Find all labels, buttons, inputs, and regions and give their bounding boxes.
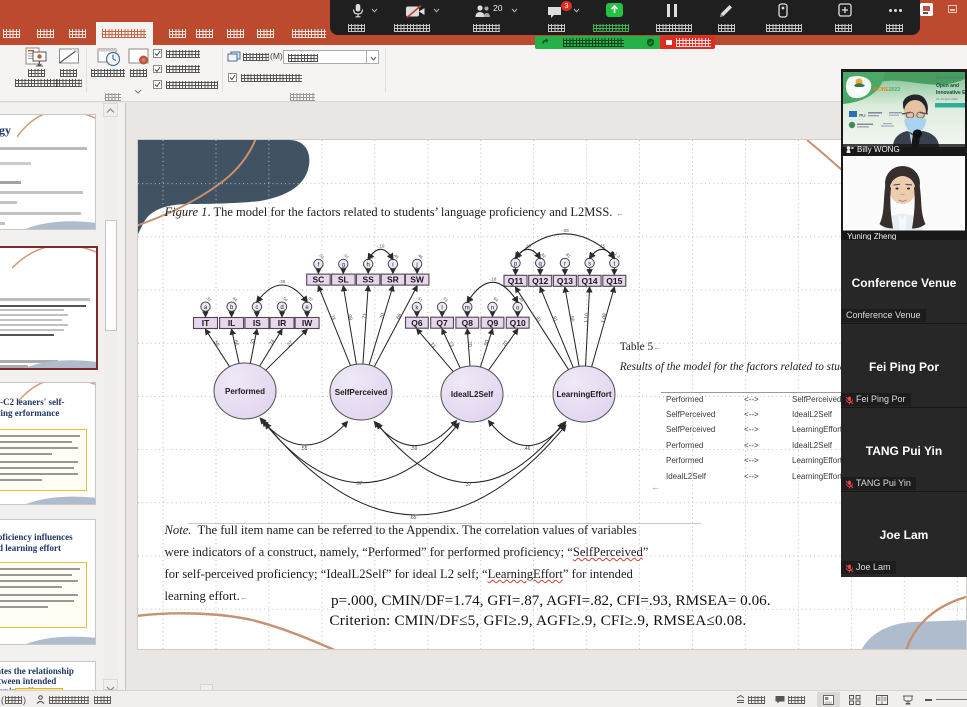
svg-text:SS: SS	[363, 275, 375, 285]
svg-text:Q12: Q12	[532, 276, 548, 286]
svg-text:.46: .46	[524, 446, 531, 452]
svg-text:IL: IL	[228, 318, 236, 328]
svg-text:q: q	[539, 261, 542, 267]
svg-text:ICONE: ICONE	[873, 87, 890, 93]
svg-text:.70: .70	[501, 340, 510, 349]
svg-text:-.19: -.19	[377, 243, 385, 248]
svg-text:Q10: Q10	[510, 318, 526, 328]
svg-text:1.10: 1.10	[584, 313, 591, 323]
svg-text:Q13: Q13	[557, 276, 573, 286]
svg-text:.56: .56	[212, 339, 221, 348]
svg-text:Q9: Q9	[487, 318, 499, 328]
svg-text:IR: IR	[278, 318, 287, 328]
svg-text:Q14: Q14	[582, 276, 598, 286]
svg-text:Q15: Q15	[606, 276, 622, 286]
svg-text:SelfPerceived: SelfPerceived	[335, 388, 388, 397]
svg-text:j: j	[415, 262, 417, 268]
svg-text:.65: .65	[410, 515, 417, 521]
svg-text:Q7: Q7	[436, 318, 448, 328]
svg-text:i: i	[392, 262, 393, 268]
svg-text:2022: 2022	[889, 87, 900, 93]
svg-text:m: m	[465, 305, 470, 311]
svg-text:.80: .80	[483, 339, 491, 348]
svg-text:.71: .71	[428, 340, 437, 349]
svg-text:IW: IW	[302, 318, 313, 328]
svg-text:.55: .55	[301, 446, 308, 452]
svg-text:.37: .37	[465, 482, 472, 488]
svg-text:.91: .91	[550, 314, 558, 323]
svg-text:.71: .71	[362, 313, 368, 321]
svg-text:21-23 April 2022: 21-23 April 2022	[936, 97, 958, 101]
svg-text:-.18: -.18	[489, 276, 497, 281]
svg-text:SR: SR	[387, 275, 399, 285]
svg-text:Q11: Q11	[508, 276, 524, 286]
svg-text:g: g	[342, 262, 345, 268]
svg-text:Performed: Performed	[225, 387, 265, 396]
svg-text:c: c	[255, 305, 258, 311]
svg-text:2022 International Conf: 2022 International Conf	[936, 76, 963, 80]
svg-text:Q8: Q8	[462, 318, 474, 328]
svg-text:Open and: Open and	[936, 83, 959, 89]
svg-text:.91: .91	[533, 315, 542, 324]
svg-text:n: n	[491, 305, 494, 311]
svg-text:SC: SC	[312, 275, 324, 285]
svg-text:s: s	[588, 261, 591, 267]
svg-text:.37: .37	[356, 481, 363, 487]
svg-text:d: d	[280, 305, 283, 311]
svg-text:.90: .90	[568, 314, 575, 322]
svg-text:LearningEffort: LearningEffort	[556, 390, 611, 399]
svg-text:IS: IS	[253, 318, 261, 328]
svg-text:.08: .08	[346, 313, 353, 321]
svg-text:Q6: Q6	[411, 318, 423, 328]
svg-text:-.08: -.08	[561, 228, 569, 233]
svg-text:.66: .66	[232, 338, 239, 346]
svg-text:h: h	[367, 262, 370, 268]
svg-text:SW: SW	[410, 275, 425, 285]
svg-text:.27: .27	[285, 340, 294, 349]
svg-text:ITLI: ITLI	[859, 114, 865, 118]
svg-text:.73: .73	[446, 339, 454, 348]
svg-text:l: l	[441, 305, 442, 311]
svg-text:r: r	[564, 261, 566, 267]
svg-text:Innovative Ed: Innovative Ed	[936, 90, 965, 96]
svg-text:.38: .38	[279, 279, 286, 284]
svg-text:SL: SL	[338, 275, 349, 285]
svg-text:.70: .70	[379, 312, 387, 321]
svg-text:IT: IT	[202, 318, 210, 328]
svg-text:1.09: 1.09	[600, 313, 608, 324]
svg-text:.33: .33	[250, 338, 257, 346]
svg-text:.59: .59	[411, 446, 418, 452]
svg-text:IdealL2Self: IdealL2Self	[451, 390, 494, 399]
svg-text:.73: .73	[328, 313, 336, 322]
svg-text:.70: .70	[466, 340, 472, 348]
